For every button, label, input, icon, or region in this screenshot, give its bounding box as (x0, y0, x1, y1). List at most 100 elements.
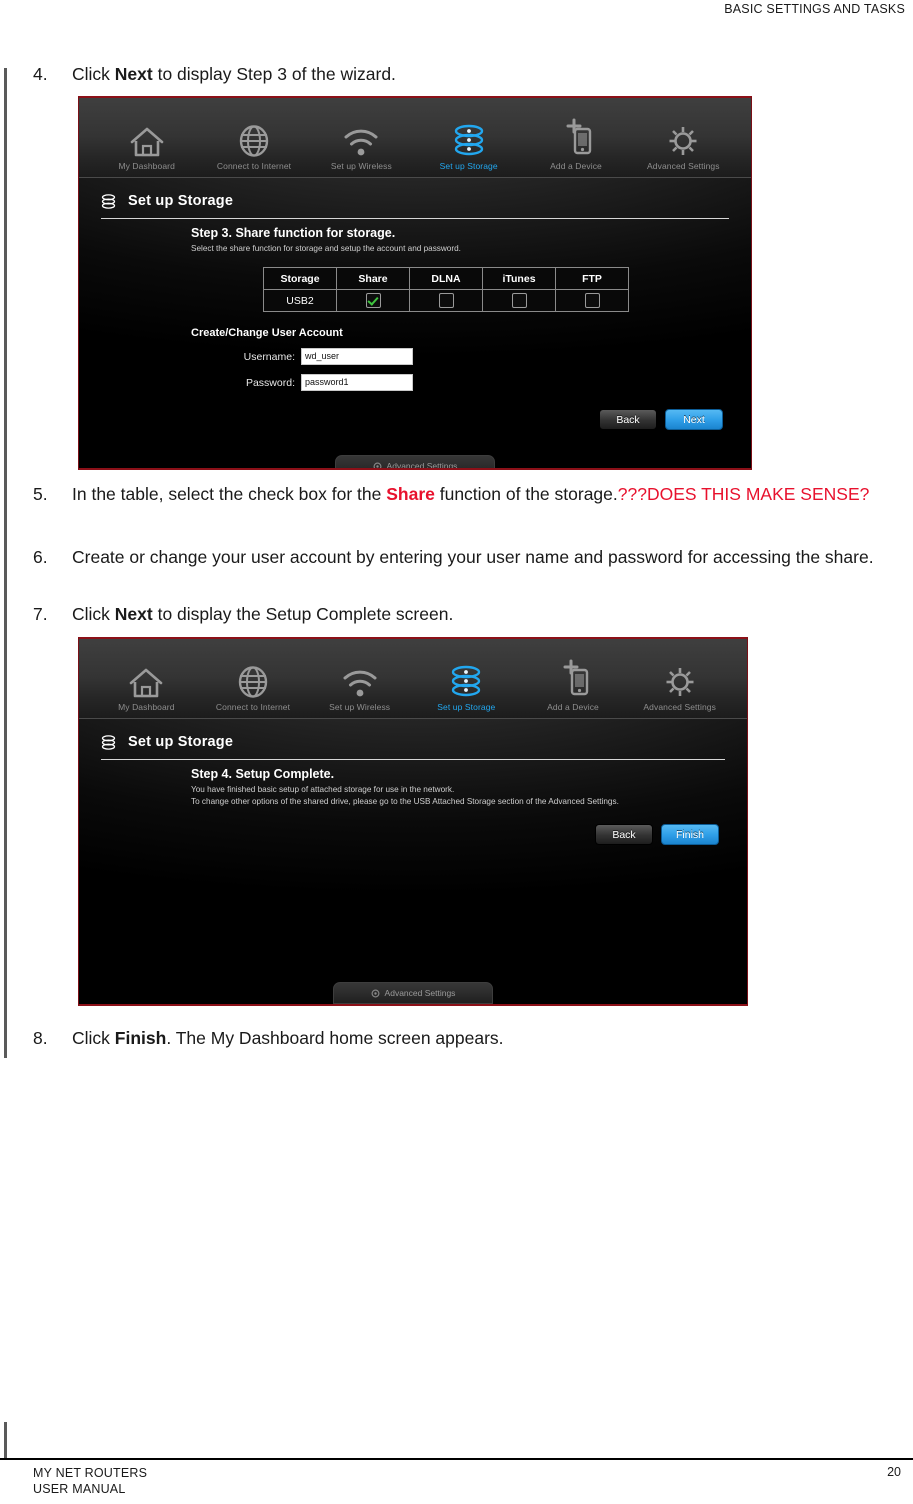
nav-item-set-up-storage[interactable]: Set up Storage (413, 659, 520, 718)
advanced-settings-tab[interactable]: Advanced Settings (333, 982, 493, 1004)
wizard-step-title: Step 4. Setup Complete. (191, 767, 335, 781)
section-title: Set up Storage (128, 193, 234, 209)
router-ui-screenshot-step3: My Dashboard Connect to Internet Set up … (78, 96, 752, 470)
home-icon (93, 118, 200, 158)
cell-share-checkbox[interactable] (336, 289, 410, 312)
gear-icon (630, 118, 737, 158)
nav-item-label: Connect to Internet (215, 702, 291, 712)
step-text-pre: In the table, select the check box for t… (72, 484, 387, 504)
wizard-panel-step4: Step 4. Setup Complete. You have finishe… (79, 767, 747, 808)
router-ui-canvas: My Dashboard Connect to Internet Set up … (79, 98, 751, 468)
nav-item-label: My Dashboard (118, 702, 175, 712)
storage-function-table: Storage Share DLNA iTunes FTP USB2 (263, 267, 629, 312)
step-text-bold: Finish (114, 1028, 167, 1048)
step-text-pre: Click (72, 64, 115, 84)
nav-item-label: Advanced Settings (643, 702, 716, 712)
wizard-button-row-step3: Back Next (599, 409, 723, 430)
wifi-icon (306, 659, 413, 699)
column-header-storage: Storage (263, 267, 337, 290)
section-header-step4: Set up Storage (101, 725, 725, 759)
wizard-step-title: Step 3. Share function for storage. (191, 226, 396, 240)
share-checkbox[interactable] (365, 293, 381, 308)
nav-item-label: My Dashboard (118, 161, 175, 171)
nav-item-add-a-device[interactable]: Add a Device (522, 118, 629, 177)
nav-item-advanced-settings[interactable]: Advanced Settings (626, 659, 733, 718)
running-header: BASIC SETTINGS AND TASKS (724, 2, 905, 16)
router-ui-canvas: My Dashboard Connect to Internet Set up … (79, 639, 747, 1004)
step-item-4: 4. Click Next to display Step 3 of the w… (0, 62, 913, 87)
step-number: 6. (33, 547, 48, 567)
cell-ftp-checkbox[interactable] (555, 289, 629, 312)
password-input[interactable] (301, 374, 413, 391)
step-item-5: 5. In the table, select the check box fo… (0, 482, 913, 507)
step-number: 8. (33, 1028, 48, 1048)
page-number: 20 (887, 1465, 901, 1479)
cell-storage-name: USB2 (263, 289, 337, 312)
nav-item-label: Add a Device (547, 702, 599, 712)
table-row: USB2 (263, 289, 629, 312)
step-item-8: 8. Click Finish. The My Dashboard home s… (0, 1026, 913, 1051)
footer-divider (0, 1458, 913, 1460)
home-icon (93, 659, 200, 699)
router-ui-screenshot-step4: My Dashboard Connect to Internet Set up … (78, 637, 748, 1006)
nav-item-connect-to-internet[interactable]: Connect to Internet (200, 659, 307, 718)
gear-icon (371, 989, 379, 997)
cell-itunes-checkbox[interactable] (482, 289, 556, 312)
step-item-7: 7. Click Next to display the Setup Compl… (0, 602, 913, 627)
nav-item-my-dashboard[interactable]: My Dashboard (93, 659, 200, 718)
storage-stack-icon (413, 659, 520, 699)
nav-item-set-up-storage[interactable]: Set up Storage (415, 118, 522, 177)
nav-item-set-up-wireless[interactable]: Set up Wireless (306, 659, 413, 718)
gear-icon (626, 659, 733, 699)
nav-item-label: Advanced Settings (647, 161, 720, 171)
nav-item-set-up-wireless[interactable]: Set up Wireless (308, 118, 415, 177)
advanced-settings-tab[interactable]: Advanced Settings (335, 455, 495, 470)
username-input[interactable] (301, 348, 413, 365)
storage-stack-icon (101, 193, 116, 209)
step-number: 7. (33, 604, 48, 624)
nav-item-label: Set up Wireless (329, 702, 391, 712)
nav-item-label: Set up Storage (437, 702, 496, 712)
step-text-post: function of the storage. (434, 484, 618, 504)
step-text-post: to display Step 3 of the wizard. (152, 64, 396, 84)
wizard-step-subtitle-line1: You have finished basic setup of attache… (191, 785, 455, 794)
section-title: Set up Storage (128, 734, 234, 750)
gear-icon (373, 462, 381, 468)
step-text-bold: Next (114, 604, 153, 624)
wizard-nav-bar: My Dashboard Connect to Internet Set up … (79, 98, 751, 178)
wizard-nav-bar: My Dashboard Connect to Internet Set up … (79, 639, 747, 719)
dlna-checkbox[interactable] (438, 293, 454, 308)
step-text-bold: Next (114, 64, 153, 84)
column-header-itunes: iTunes (482, 267, 556, 290)
wizard-panel-step3: Step 3. Share function for storage. Sele… (79, 226, 751, 391)
itunes-checkbox[interactable] (511, 293, 527, 308)
finish-button[interactable]: Finish (661, 824, 719, 845)
column-header-share: Share (336, 267, 410, 290)
cell-dlna-checkbox[interactable] (409, 289, 483, 312)
next-button[interactable]: Next (665, 409, 723, 430)
nav-item-connect-to-internet[interactable]: Connect to Internet (200, 118, 307, 177)
advanced-settings-tab-label: Advanced Settings (386, 461, 458, 470)
section-divider (101, 218, 729, 219)
nav-item-add-a-device[interactable]: Add a Device (520, 659, 627, 718)
section-header-step3: Set up Storage (101, 184, 729, 218)
add-device-icon (520, 659, 627, 699)
column-header-ftp: FTP (555, 267, 629, 290)
nav-item-advanced-settings[interactable]: Advanced Settings (630, 118, 737, 177)
back-button[interactable]: Back (599, 409, 657, 430)
section-divider (101, 759, 725, 760)
nav-item-label: Set up Wireless (330, 161, 392, 171)
table-header-row: Storage Share DLNA iTunes FTP (263, 267, 629, 290)
storage-stack-icon (101, 734, 116, 750)
account-section-title: Create/Change User Account (191, 327, 343, 339)
wizard-button-row-step4: Back Finish (595, 824, 719, 845)
password-label: Password: (245, 376, 295, 389)
back-button[interactable]: Back (595, 824, 653, 845)
wizard-step-subtitle-line2: To change other options of the shared dr… (191, 797, 619, 806)
nav-item-my-dashboard[interactable]: My Dashboard (93, 118, 200, 177)
ftp-checkbox[interactable] (584, 293, 600, 308)
footer-line-1: MY NET ROUTERS (33, 1466, 148, 1480)
password-row: Password: (229, 374, 751, 391)
step-text-post: to display the Setup Complete screen. (152, 604, 454, 624)
step-text-pre: Click (72, 1028, 115, 1048)
